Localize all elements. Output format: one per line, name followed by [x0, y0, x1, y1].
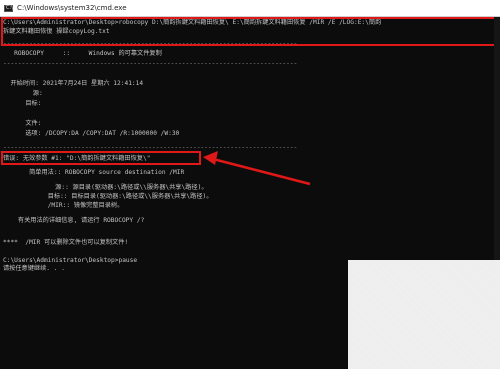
source-line: 源: [3, 90, 43, 97]
usage-source-line: 源:: 源目录(驱动器:\路径或\\服务器\共享\路径)。 [3, 184, 208, 191]
warning-line: **** /MIR 可以删除文件也可以复制文件! [3, 239, 129, 246]
help-line: 有关用法的详细信息, 请运行 ROBOCOPY /? [3, 217, 145, 224]
error-highlight-box [1, 151, 201, 165]
files-line: 文件: [3, 120, 42, 127]
start-time-line: 开始时间: 2021年7月24日 星期六 12:41:14 [3, 80, 144, 87]
title-bar[interactable]: C:\ C:\Windows\system32\cmd.exe [0, 0, 500, 17]
options-line: 选项: /DCOPY:DA /COPY:DAT /R:1000000 /W:30 [3, 130, 180, 137]
destination-line: 目标: [3, 100, 42, 107]
pause-command-line: C:\Users\Administrator\Desktop>pause [3, 257, 138, 264]
robocopy-header: ROBOCOPY :: Windows 的可靠文件复制 [3, 50, 162, 57]
window-title: C:\Windows\system32\cmd.exe [17, 4, 127, 12]
console-icon: C:\ [4, 4, 13, 12]
press-any-key-line: 请按任意键继续. . . [3, 265, 65, 272]
separator-line: ----------------------------------------… [3, 60, 298, 67]
usage-mir-line: /MIR:: 镜像完整目录树。 [3, 202, 124, 209]
usage-destination-line: 目标:: 目标目录(驱动器:\路径或\\服务器\共享\路径)。 [3, 193, 213, 200]
usage-line: 简单用法:: ROBOCOPY source destination /MIR [3, 169, 185, 176]
background-texture [348, 260, 500, 369]
command-highlight-box [1, 17, 497, 46]
